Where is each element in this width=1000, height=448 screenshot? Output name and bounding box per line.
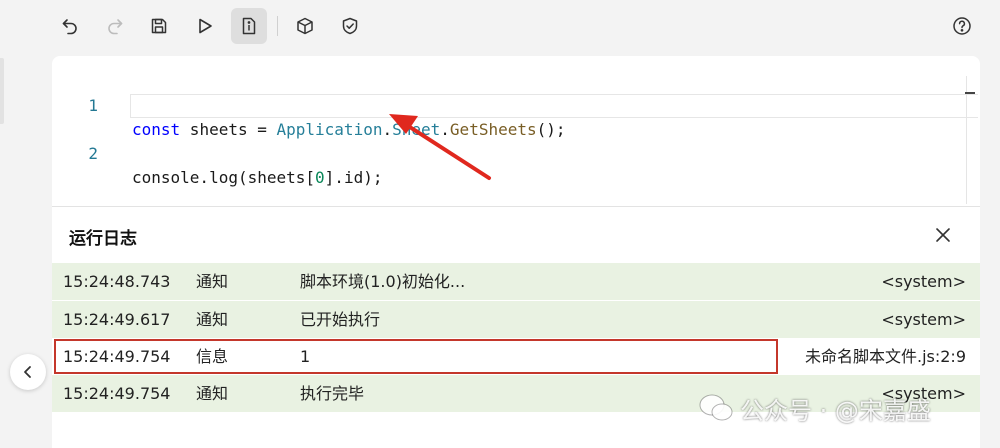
watermark-text: 公众号 · @宋嘉盛: [740, 396, 931, 425]
toolbar: [0, 0, 1000, 54]
log-row-highlighted[interactable]: 15:24:49.754 信息 1 未命名脚本文件.js:2:9: [52, 338, 980, 375]
log-source: <system>: [881, 272, 966, 291]
log-level: 通知: [196, 272, 229, 291]
log-message: 执行完毕: [300, 384, 365, 403]
code-token: GetSheets: [449, 120, 537, 139]
annotation-highlight-box: [54, 339, 778, 374]
line-number: 2: [88, 144, 98, 163]
code-token: ].id);: [324, 168, 383, 187]
code-token: Application: [276, 120, 383, 139]
log-level: 通知: [196, 310, 229, 329]
shield-icon: [342, 17, 358, 35]
code-text[interactable]: const sheets = Application.Sheet.GetShee…: [132, 118, 566, 142]
log-time: 15:24:48.743: [63, 272, 171, 291]
log-row[interactable]: 15:24:49.617 通知 已开始执行 <system>: [52, 301, 980, 338]
package-button[interactable]: [287, 8, 323, 44]
run-button[interactable]: [187, 8, 223, 44]
code-editor[interactable]: 1 const sheets = Application.Sheet.GetSh…: [52, 56, 980, 206]
collapse-panel-button[interactable]: [10, 354, 46, 390]
security-button[interactable]: [332, 8, 368, 44]
code-text[interactable]: console.log(sheets[0].id);: [132, 166, 382, 190]
run-icon: [199, 18, 212, 34]
editor-scroll-marker: [965, 92, 975, 94]
log-level: 通知: [196, 384, 229, 403]
log-message: 已开始执行: [300, 310, 381, 329]
code-token: 0: [315, 168, 325, 187]
script-info-button[interactable]: [231, 8, 267, 44]
help-icon: [953, 17, 971, 35]
editor-scrollbar[interactable]: [966, 76, 967, 204]
watermark: 公众号 · @宋嘉盛: [698, 390, 988, 426]
code-token: .: [382, 120, 393, 139]
redo-button[interactable]: [97, 8, 133, 44]
current-line-highlight: [130, 94, 978, 118]
redo-icon: [108, 19, 123, 35]
chevron-left-icon: [24, 366, 31, 378]
log-source: <system>: [881, 310, 966, 329]
help-button[interactable]: [944, 8, 980, 44]
log-title: 运行日志: [69, 229, 137, 249]
log-source-link[interactable]: 未命名脚本文件.js:2:9: [805, 338, 966, 375]
undo-icon: [62, 19, 77, 35]
code-line-current[interactable]: 2 console.log(sheets[0].id);: [52, 94, 980, 187]
code-token: .: [440, 120, 450, 139]
code-line[interactable]: 1 const sheets = Application.Sheet.GetSh…: [52, 70, 980, 139]
log-message: 脚本环境(1.0)初始化...: [300, 272, 466, 291]
close-icon: [936, 228, 950, 242]
code-token: sheets =: [180, 120, 277, 139]
save-icon: [151, 18, 167, 34]
code-token: const: [132, 120, 181, 139]
undo-button[interactable]: [52, 8, 88, 44]
cube-icon: [297, 17, 313, 35]
log-time: 15:24:49.617: [63, 310, 171, 329]
log-time: 15:24:49.754: [63, 384, 171, 403]
code-token: Sheet: [392, 120, 441, 139]
close-log-button[interactable]: [932, 224, 954, 246]
script-info-icon: [242, 17, 256, 35]
log-row[interactable]: 15:24:48.743 通知 脚本环境(1.0)初始化... <system>: [52, 263, 980, 300]
code-token: ();: [536, 120, 566, 139]
code-token: console.log(sheets[: [132, 168, 316, 187]
left-panel-edge[interactable]: [0, 58, 4, 124]
save-button[interactable]: [141, 8, 177, 44]
toolbar-separator: [277, 16, 278, 36]
wechat-logo-icon: [699, 394, 733, 421]
